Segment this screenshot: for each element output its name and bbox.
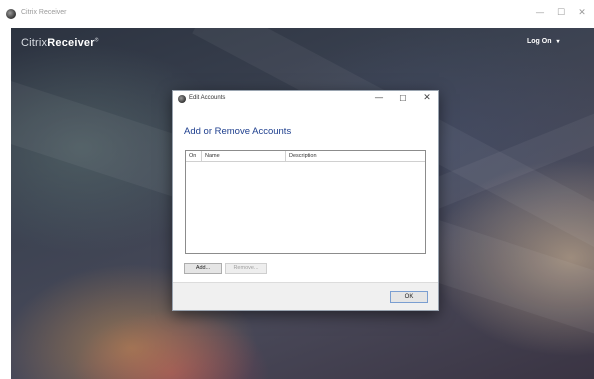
dialog-maximize-button[interactable]: ☐ [394,92,412,105]
dialog-titlebar: Edit Accounts — ☐ ✕ [173,91,438,106]
maximize-button[interactable]: ☐ [551,6,571,20]
ok-button[interactable]: OK [390,291,428,303]
window-title: Citrix Receiver [21,9,67,16]
brand-prefix: Citrix [21,37,48,49]
column-header-name[interactable]: Name [202,151,286,162]
log-on-label: Log On [527,38,552,45]
remove-button[interactable]: Remove... [225,263,267,274]
dialog-close-button[interactable]: ✕ [418,92,436,105]
citrix-app-icon [6,9,16,19]
close-button[interactable]: ✕ [572,6,592,20]
column-header-on[interactable]: On [186,151,202,162]
table-header: On Name Description [186,151,425,162]
accounts-table[interactable]: On Name Description [185,150,426,254]
citrix-app-icon [178,95,186,103]
dialog-title: Edit Accounts [189,95,226,101]
window-titlebar: Citrix Receiver — ☐ ✕ [0,0,594,28]
dialog-minimize-button[interactable]: — [370,92,388,105]
dialog-heading: Add or Remove Accounts [184,126,292,137]
chevron-down-icon: ▾ [556,39,560,45]
citrix-receiver-logo: CitrixReceiver® [21,37,99,49]
minimize-button[interactable]: — [530,6,550,20]
brand-name: Receiver [47,37,95,49]
dialog-footer: OK [173,282,438,310]
log-on-menu[interactable]: Log On ▾ [527,38,560,45]
brand-mark: ® [94,37,99,44]
edit-accounts-dialog: Edit Accounts — ☐ ✕ Add or Remove Accoun… [172,90,439,311]
add-button[interactable]: Add... [184,263,222,274]
column-header-description[interactable]: Description [286,151,425,162]
dialog-body: Add or Remove Accounts On Name Descripti… [173,106,438,282]
